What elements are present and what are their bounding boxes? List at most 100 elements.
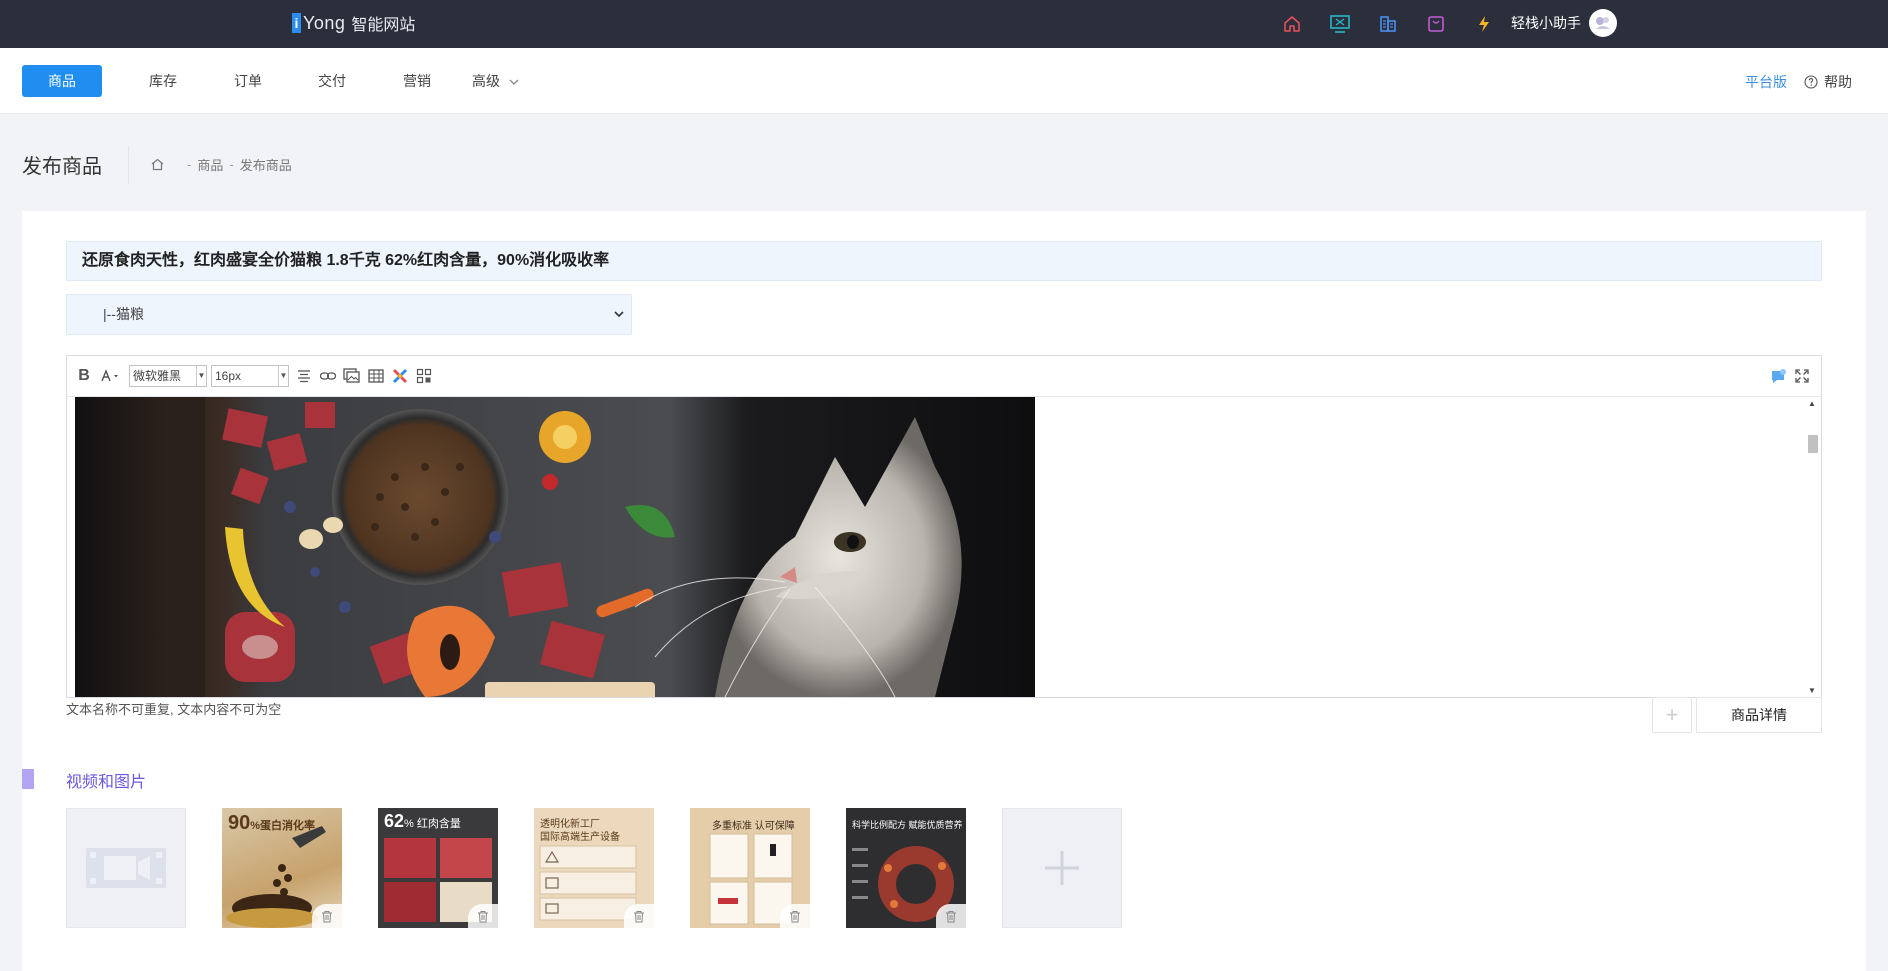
nav-tab-advanced[interactable]: 高级 [472, 65, 528, 97]
breadcrumb-item-current: 发布商品 [239, 158, 292, 173]
trash-icon [790, 910, 800, 922]
home-icon[interactable] [1278, 10, 1306, 38]
product-title-input[interactable]: 还原食肉天性，红肉盛宴全价猫粮 1.8千克 62%红肉含量，90%消化吸收率 [66, 241, 1822, 281]
add-detail-tab-button[interactable]: + [1652, 697, 1692, 733]
delete-image-button[interactable] [780, 904, 810, 928]
nav-tab-marketing[interactable]: 营销 [387, 65, 447, 97]
assistant-menu[interactable]: 轻栈小助手 [1511, 9, 1617, 37]
building-icon[interactable] [1374, 10, 1402, 38]
nav-tab-products[interactable]: 商品 [22, 65, 102, 97]
avatar[interactable] [1589, 9, 1617, 37]
product-form-card: 还原食肉天性，红肉盛宴全价猫粮 1.8千克 62%红肉含量，90%消化吸收率 |… [22, 211, 1866, 971]
insert-image-button[interactable] [341, 364, 363, 388]
help-link[interactable]: 帮助 [1804, 72, 1852, 92]
top-icon-group [1278, 10, 1518, 38]
video-upload-slot[interactable] [66, 808, 186, 928]
product-image-1[interactable]: 90%蛋白消化率 [222, 808, 342, 928]
breadcrumb: - 商品 - 发布商品 [150, 155, 292, 174]
nav-tab-delivery[interactable]: 交付 [302, 65, 362, 97]
bag-icon[interactable] [1422, 10, 1450, 38]
insert-table-button[interactable] [365, 364, 387, 388]
top-bar: i Yong 智能网站 轻栈小助手 [0, 0, 1888, 48]
main-nav: 商品 库存 订单 交付 营销 高级 平台版 帮助 [0, 48, 1888, 114]
plus-icon [1045, 851, 1079, 885]
scrollbar-thumb[interactable] [1808, 435, 1818, 453]
link-icon [319, 372, 337, 380]
monitor-icon[interactable] [1326, 10, 1354, 38]
caret-down-icon: ▼ [196, 366, 206, 386]
font-family-value: 微软雅黑 [133, 369, 182, 383]
title-divider [128, 146, 129, 184]
font-size-select[interactable]: 16px ▼ [211, 365, 289, 387]
breadcrumb-item-products[interactable]: 商品 [197, 155, 223, 174]
platform-edition-link[interactable]: 平台版 [1745, 72, 1787, 92]
question-icon [1804, 75, 1818, 89]
toolbar-right-group [1767, 364, 1815, 388]
breadcrumb-separator: - [187, 157, 192, 172]
bold-button[interactable]: B [73, 364, 95, 388]
image-icon [343, 368, 360, 383]
nav-tab-orders[interactable]: 订单 [218, 65, 278, 97]
trash-icon [634, 910, 644, 922]
category-selected-value: |--猫粮 [103, 306, 144, 322]
nav-tab-advanced-label: 高级 [472, 73, 500, 89]
page-title: 发布商品 [22, 156, 102, 178]
scroll-up-icon[interactable]: ▲ [1808, 399, 1816, 408]
trash-icon [946, 910, 956, 922]
font-color-button[interactable] [97, 364, 127, 388]
fullscreen-button[interactable] [1791, 364, 1813, 388]
section-title-media: 视频和图片 [66, 774, 147, 791]
editor-toolbar: B 微软雅黑 ▼ 16px ▼ [67, 356, 1821, 396]
puzzle-icon [392, 368, 408, 384]
delete-image-button[interactable] [312, 904, 342, 928]
chevron-down-icon [614, 311, 624, 318]
brand-logo[interactable]: i Yong 智能网站 [292, 11, 415, 35]
product-image-5[interactable]: 科学比例配方 赋能优质营养 [846, 808, 966, 928]
ai-assist-button[interactable] [1767, 364, 1789, 388]
assistant-label: 轻栈小助手 [1511, 15, 1581, 31]
brand-name: Yong [303, 12, 346, 33]
product-image-2[interactable]: 62% 红肉含量 [378, 808, 498, 928]
video-icon [86, 848, 166, 888]
nav-tab-inventory[interactable]: 库存 [133, 65, 193, 97]
font-color-icon [101, 369, 118, 382]
delete-image-button[interactable] [468, 904, 498, 928]
scroll-down-icon[interactable]: ▼ [1808, 686, 1816, 695]
table-icon [368, 369, 384, 383]
delete-image-button[interactable] [624, 904, 654, 928]
plus-icon: + [1665, 702, 1679, 727]
help-label: 帮助 [1824, 74, 1852, 90]
rich-text-editor: B 微软雅黑 ▼ 16px ▼ ▲ ▼ [66, 355, 1822, 698]
editor-scrollbar[interactable]: ▲ ▼ [1804, 397, 1821, 697]
align-icon [298, 370, 310, 383]
brand-mark: i [292, 13, 301, 33]
ai-assist-icon [1772, 369, 1786, 383]
brand-subtitle: 智能网站 [351, 17, 416, 34]
product-image-4[interactable]: 多重标准 认可保障 [690, 808, 810, 928]
detail-tab[interactable]: 商品详情 [1696, 697, 1822, 733]
font-family-select[interactable]: 微软雅黑 ▼ [129, 365, 207, 387]
grid-icon [416, 368, 432, 384]
template-button[interactable] [413, 364, 435, 388]
breadcrumb-separator: - [229, 157, 234, 172]
trash-icon [478, 910, 488, 922]
media-gallery: 90%蛋白消化率 62% 红肉含量 透明化新工厂 国际高端生产设备 多重标准 认… [66, 808, 1158, 928]
font-size-value: 16px [215, 369, 242, 383]
editor-content-area[interactable]: ▲ ▼ [67, 396, 1821, 698]
product-banner-image [75, 397, 1035, 697]
category-select[interactable]: |--猫粮 [66, 294, 632, 335]
align-button[interactable] [293, 364, 315, 388]
lightning-icon[interactable] [1470, 10, 1498, 38]
editor-hint: 文本名称不可重复, 文本内容不可为空 [66, 702, 282, 717]
chevron-down-icon [509, 79, 519, 86]
product-image-3[interactable]: 透明化新工厂 国际高端生产设备 [534, 808, 654, 928]
fullscreen-icon [1795, 369, 1809, 383]
plugin-button[interactable] [389, 364, 411, 388]
trash-icon [322, 910, 332, 922]
section-accent-bar [22, 769, 34, 789]
add-image-button[interactable] [1002, 808, 1122, 928]
home-icon[interactable] [150, 157, 165, 172]
caret-down-icon: ▼ [278, 366, 288, 386]
link-button[interactable] [317, 364, 339, 388]
delete-image-button[interactable] [936, 904, 966, 928]
